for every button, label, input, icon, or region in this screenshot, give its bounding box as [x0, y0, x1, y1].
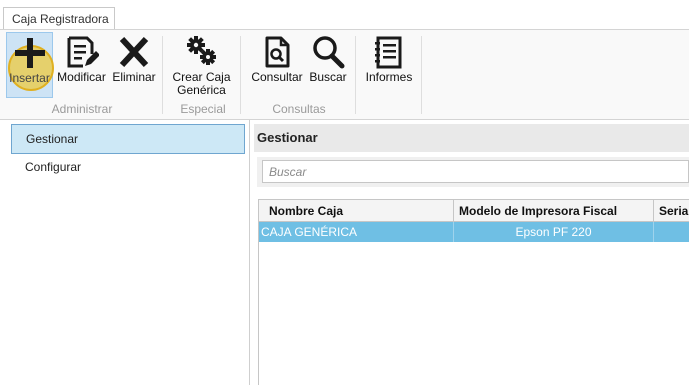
group-label-administrar: Administrar: [51, 102, 113, 116]
modificar-label: Modificar: [57, 70, 106, 84]
column-header-serial[interactable]: Serial: [654, 200, 689, 222]
crear-caja-label: Crear Caja Genérica: [170, 71, 233, 97]
group-separator: [355, 36, 356, 114]
eliminar-label: Eliminar: [112, 70, 156, 84]
search-input[interactable]: [262, 160, 689, 183]
report-notebook-icon: [375, 36, 402, 69]
informes-button[interactable]: Informes: [364, 32, 414, 98]
navigation-panel: Gestionar Configurar: [0, 120, 250, 385]
x-delete-icon: [119, 36, 149, 68]
magnifier-icon: [313, 36, 345, 69]
tab-strip: Caja Registradora: [0, 0, 689, 30]
group-label-consultas: Consultas: [272, 102, 326, 116]
nav-item-gestionar[interactable]: Gestionar: [11, 124, 245, 154]
crear-caja-label-line2: Genérica: [177, 83, 226, 97]
grid-header: Nombre Caja Modelo de Impresora Fiscal S…: [259, 200, 689, 222]
document-search-icon: [265, 36, 290, 68]
search-bar: [257, 157, 689, 187]
group-separator: [240, 36, 241, 114]
gears-icon: [186, 36, 216, 65]
main-content: Gestionar Nombre Caja Modelo de Impresor…: [254, 120, 689, 385]
cell-nombre-caja: CAJA GENÉRICA: [259, 222, 454, 242]
eliminar-button[interactable]: Eliminar: [110, 32, 158, 98]
plus-icon: [14, 38, 45, 68]
tab-caja-registradora[interactable]: Caja Registradora: [3, 7, 115, 30]
informes-label: Informes: [365, 70, 413, 84]
insertar-button[interactable]: Insertar: [6, 32, 54, 98]
nav-item-configurar[interactable]: Configurar: [11, 153, 245, 183]
buscar-label: Buscar: [309, 70, 347, 84]
group-separator: [421, 36, 422, 114]
group-separator: [162, 36, 163, 114]
edit-document-icon: [67, 36, 99, 68]
data-grid: Nombre Caja Modelo de Impresora Fiscal S…: [258, 199, 689, 385]
page-title: Gestionar: [254, 124, 689, 152]
crear-caja-label-line1: Crear Caja: [172, 70, 231, 84]
insertar-label: Insertar: [9, 71, 50, 85]
column-header-modelo-impresora[interactable]: Modelo de Impresora Fiscal: [454, 200, 654, 222]
modificar-button[interactable]: Modificar: [55, 32, 108, 98]
ribbon-toolbar: Insertar Modificar Eliminar Crear Caja G…: [0, 29, 689, 120]
crear-caja-generica-button[interactable]: Crear Caja Genérica: [170, 32, 233, 98]
consultar-label: Consultar: [251, 70, 303, 84]
cell-modelo-impresora: Epson PF 220: [454, 222, 654, 242]
column-header-nombre-caja[interactable]: Nombre Caja: [264, 200, 454, 222]
cell-serial: [654, 222, 689, 242]
group-label-especial: Especial: [180, 102, 226, 116]
consultar-button[interactable]: Consultar: [249, 32, 305, 98]
table-row[interactable]: CAJA GENÉRICA Epson PF 220: [259, 222, 689, 242]
buscar-button[interactable]: Buscar: [307, 32, 349, 98]
